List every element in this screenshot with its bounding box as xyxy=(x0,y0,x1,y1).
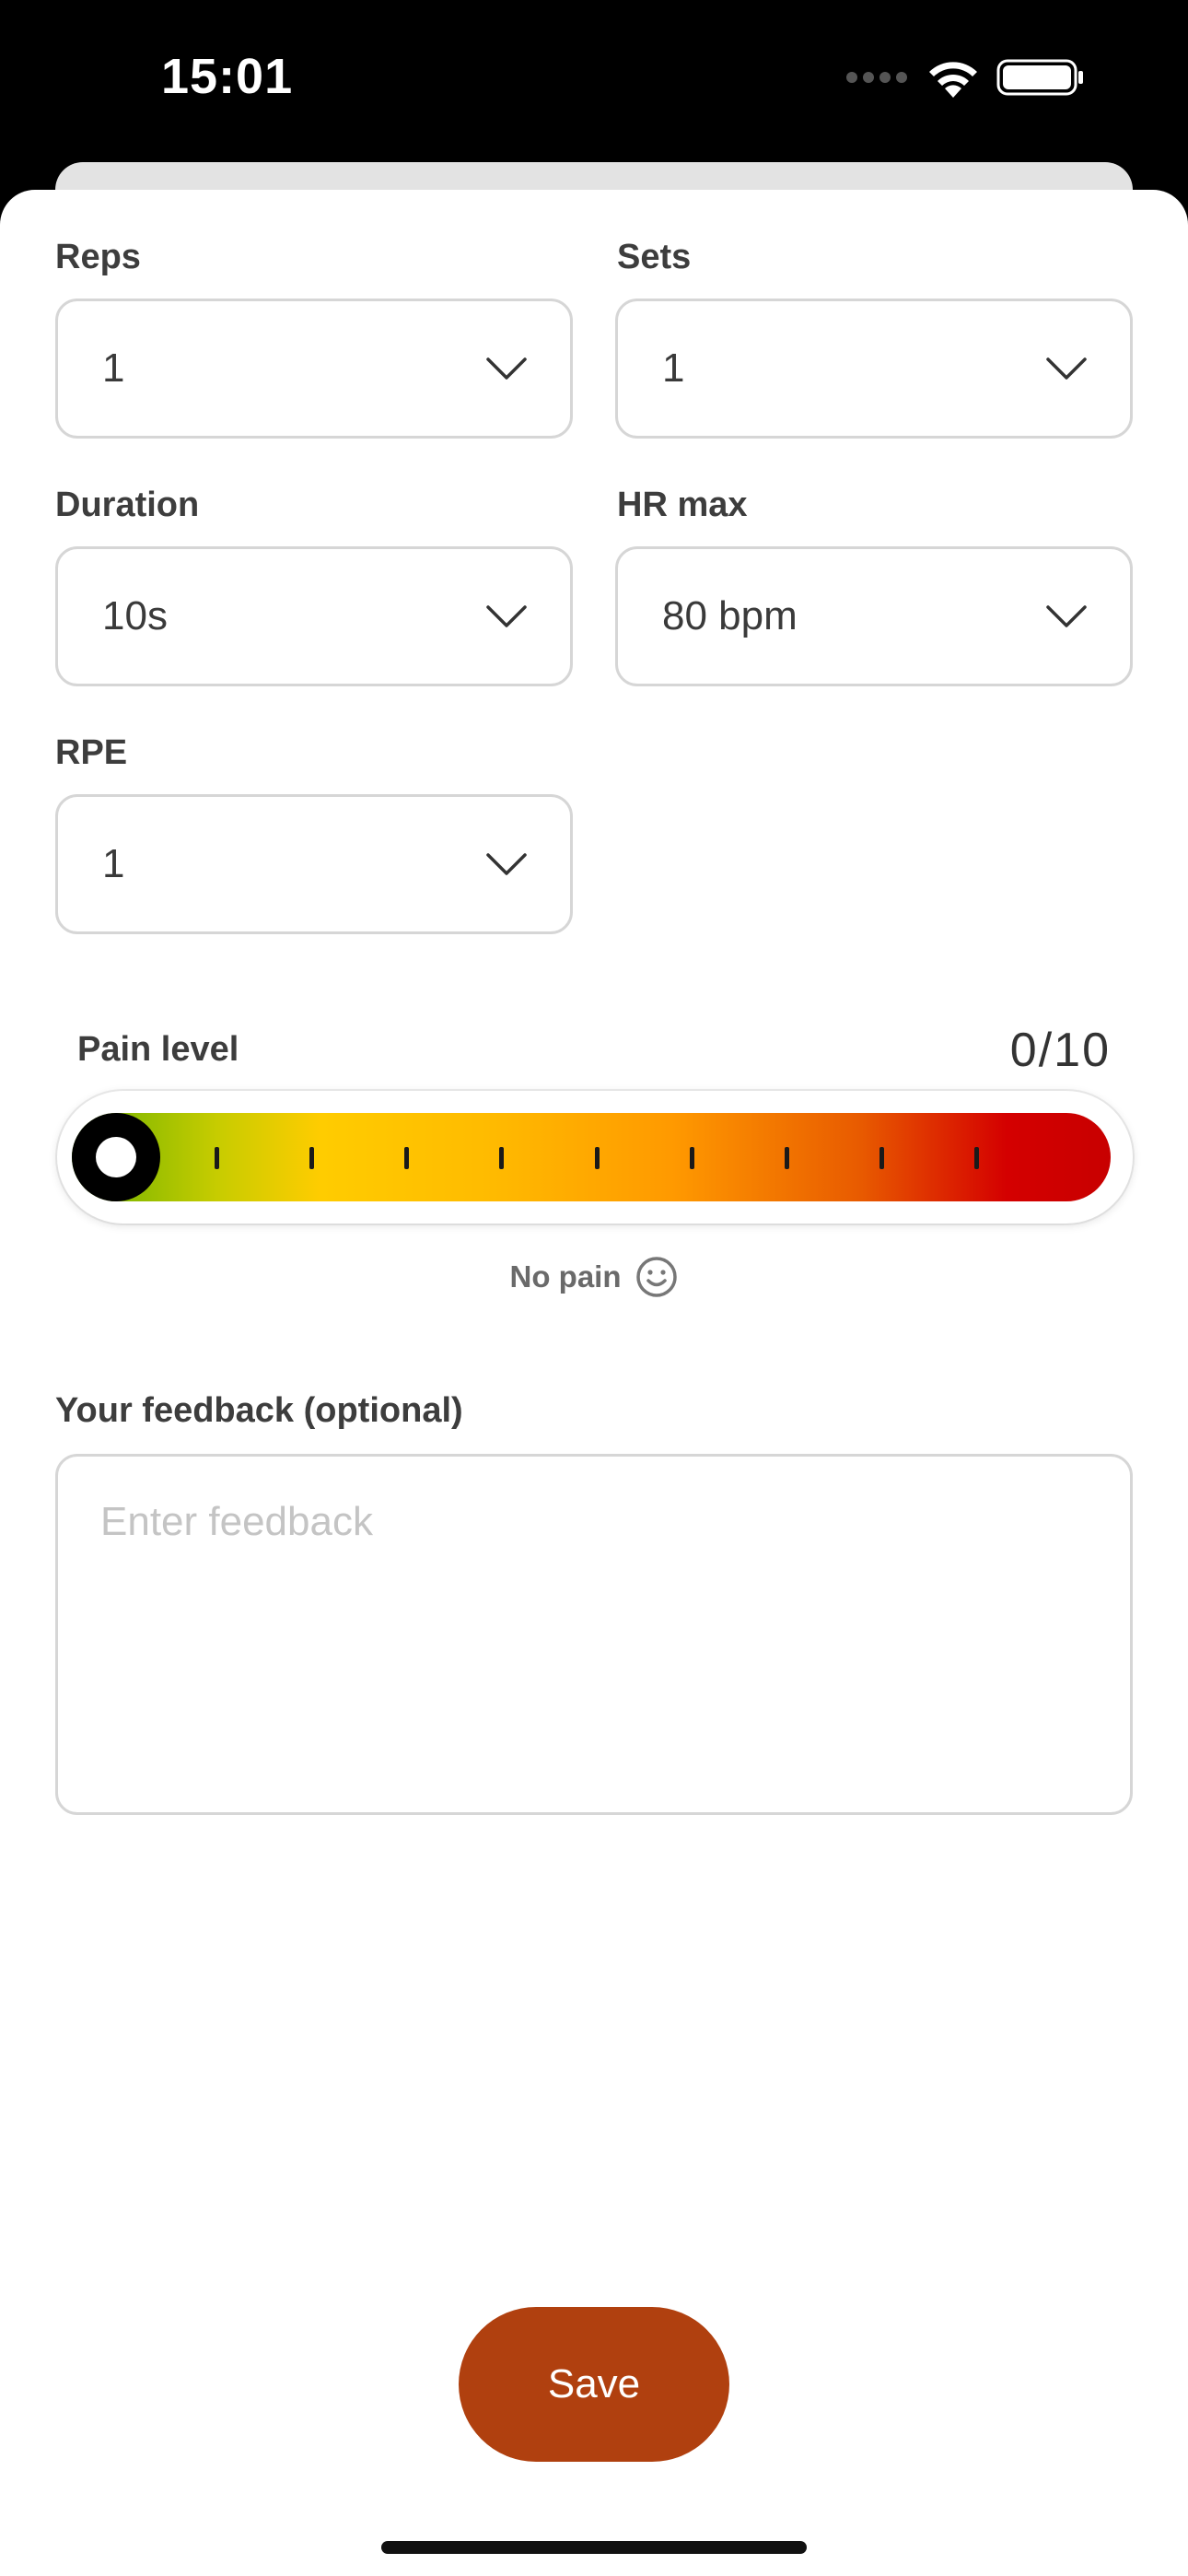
hr-max-label: HR max xyxy=(617,486,748,524)
pain-slider-tick xyxy=(879,1147,885,1169)
smiley-icon xyxy=(635,1257,677,1297)
rpe-value: 1 xyxy=(102,841,125,886)
duration-label: Duration xyxy=(55,486,200,524)
pain-slider-tick xyxy=(689,1147,694,1169)
reps-select[interactable]: 1 xyxy=(55,299,573,439)
pain-slider-tick xyxy=(499,1147,505,1169)
duration-select[interactable]: 10s xyxy=(55,546,573,686)
chevron-down-icon xyxy=(1046,357,1087,380)
feedback-label: Your feedback (optional) xyxy=(55,1391,463,1430)
pain-slider-tick xyxy=(974,1147,980,1169)
hr-max-select[interactable]: 80 bpm xyxy=(615,546,1133,686)
status-bar: 15:01 xyxy=(0,0,1188,166)
wifi-icon xyxy=(929,62,977,98)
pain-caption: No pain xyxy=(0,1255,1188,1299)
pain-caption-text: No pain xyxy=(509,1259,622,1294)
reps-label: Reps xyxy=(55,238,141,276)
pain-slider-tick xyxy=(594,1147,600,1169)
pain-level-value: 0/10 xyxy=(1009,1024,1111,1077)
duration-value: 10s xyxy=(102,593,168,638)
chevron-down-icon xyxy=(1046,605,1087,627)
chevron-down-icon xyxy=(486,357,527,380)
chevron-down-icon xyxy=(486,605,527,627)
pain-slider-tick xyxy=(214,1147,219,1169)
pain-slider-thumb[interactable] xyxy=(72,1113,160,1201)
status-icons xyxy=(845,55,1085,100)
sets-value: 1 xyxy=(662,345,685,391)
reps-value: 1 xyxy=(102,345,125,391)
pain-slider-tick xyxy=(784,1147,789,1169)
sets-label: Sets xyxy=(617,238,692,276)
home-indicator xyxy=(381,2541,807,2554)
save-button[interactable]: Save xyxy=(459,2307,729,2462)
rpe-label: RPE xyxy=(55,733,128,772)
hr-max-value: 80 bpm xyxy=(662,593,798,638)
chevron-down-icon xyxy=(486,853,527,875)
status-time: 15:01 xyxy=(161,49,294,104)
pain-level-label: Pain level xyxy=(77,1030,239,1069)
battery-icon xyxy=(996,59,1083,96)
pain-slider-tick xyxy=(309,1147,314,1169)
pain-slider-track[interactable] xyxy=(72,1113,1111,1201)
rpe-select[interactable]: 1 xyxy=(55,794,573,934)
feedback-textarea[interactable] xyxy=(55,1454,1133,1815)
sets-select[interactable]: 1 xyxy=(615,299,1133,439)
pain-slider-tick xyxy=(404,1147,410,1169)
cellular-signal-icon xyxy=(846,72,907,83)
